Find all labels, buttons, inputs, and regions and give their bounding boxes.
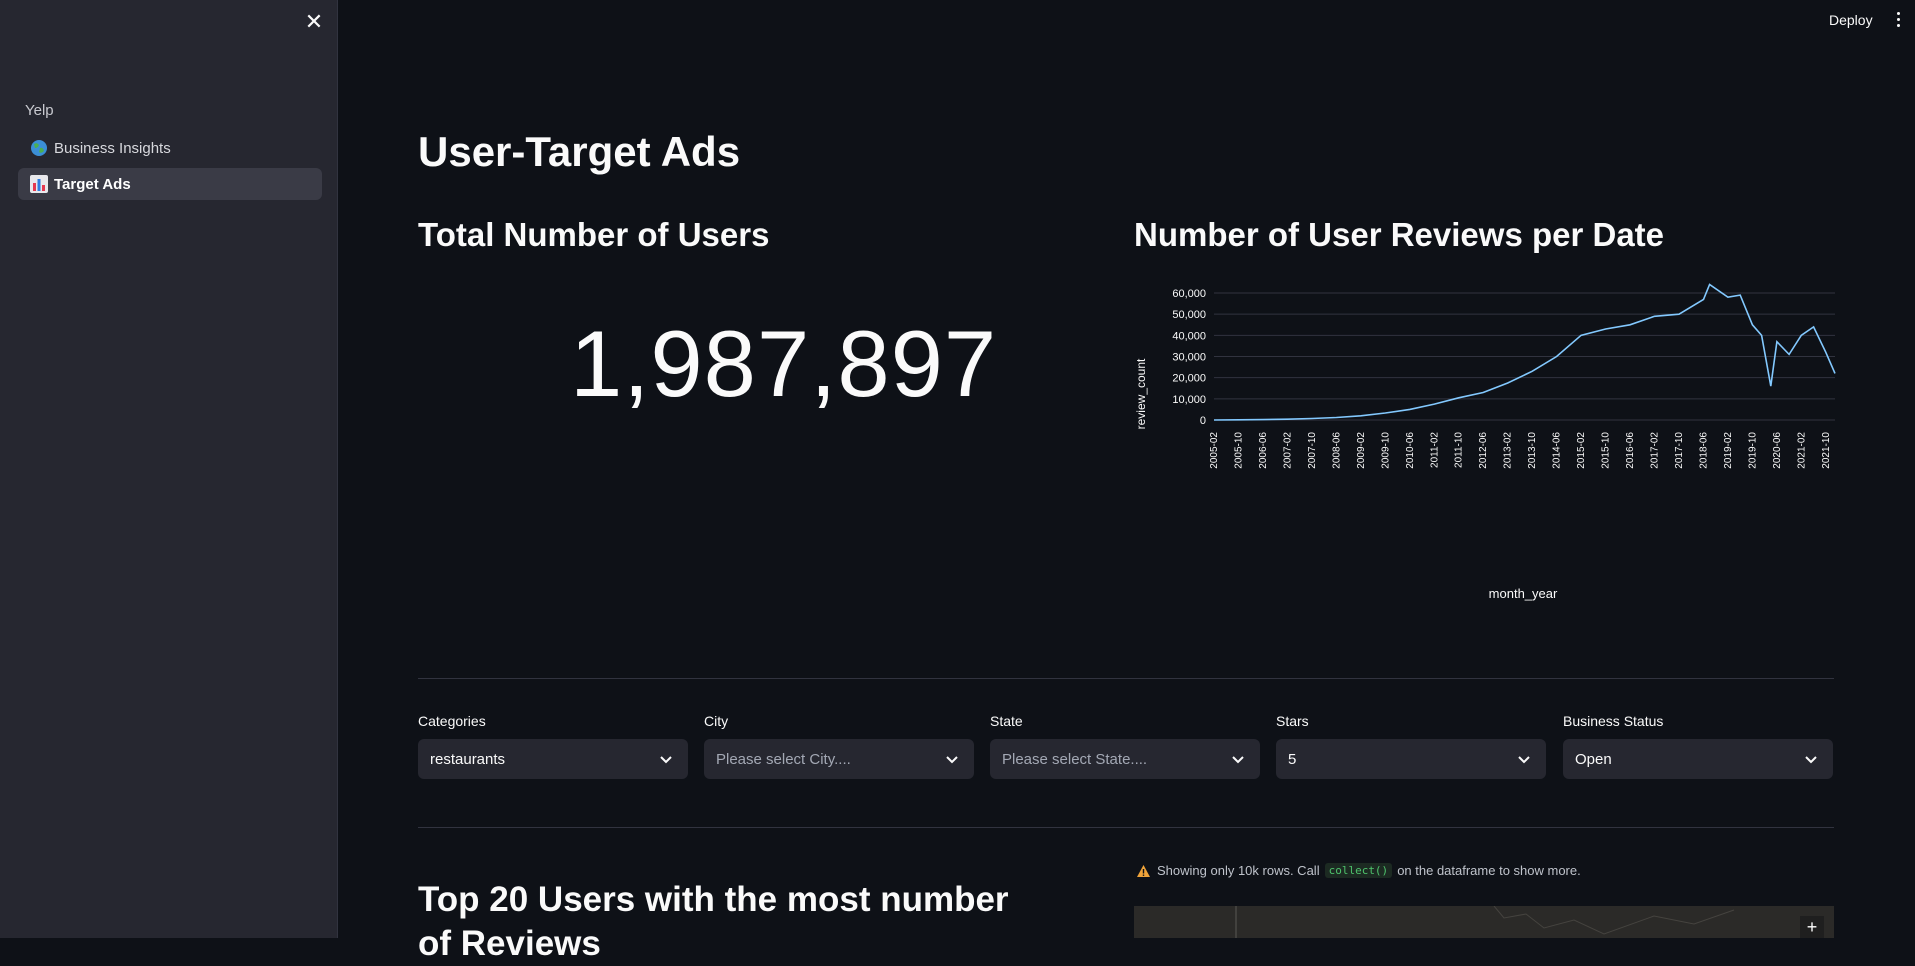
x-tick-label: 2015-02 [1576,432,1587,469]
chevron-down-icon [1232,756,1244,764]
reviews-line-chart: 0 10,000 20,000 30,000 40,000 50,000 60,000 20… [1134,283,1836,601]
sidebar-item-target-ads[interactable]: Target Ads [18,168,322,200]
x-tick-label: 2009-02 [1356,432,1367,469]
x-tick-label: 2011-10 [1454,432,1465,468]
sidebar-item-label: Target Ads [54,175,131,193]
series-line [1213,283,1836,421]
warning-code: collect() [1324,863,1393,878]
sidebar-section-title: Yelp [25,102,54,119]
sidebar: ✕ Yelp Business Insights Target Ads [0,0,338,938]
categories-label: Categories [418,713,486,729]
x-tick-label: 2015-10 [1601,432,1612,469]
state-label: State [990,713,1023,729]
divider [418,827,1834,828]
y-tick-label: 0 [1200,415,1206,427]
zoom-in-button[interactable]: + [1800,916,1824,938]
chevron-down-icon [946,756,958,764]
top-users-title: Top 20 Users with the most number of Rev… [418,880,1009,963]
map-background [1134,906,1834,938]
x-tick-label: 2017-10 [1674,432,1685,469]
chevron-down-icon [1518,756,1530,764]
sidebar-item-label: Business Insights [54,139,171,157]
y-tick-label: 10,000 [1172,394,1206,406]
x-tick-label: 2006-06 [1258,432,1269,469]
y-tick-label: 30,000 [1172,352,1206,364]
x-tick-label: 2021-10 [1821,432,1832,469]
stars-value: 5 [1288,750,1297,768]
chevron-down-icon [660,756,672,764]
business-status-value: Open [1575,750,1612,768]
x-tick-label: 2009-10 [1380,432,1391,469]
x-tick-label: 2013-02 [1503,432,1514,469]
chart-title: Number of User Reviews per Date [1134,216,1665,253]
bar-chart-icon [30,175,48,193]
x-tick-label: 2008-06 [1331,432,1342,469]
x-tick-label: 2016-06 [1625,432,1636,469]
x-tick-label: 2019-02 [1723,432,1734,469]
y-tick-label: 50,000 [1172,309,1206,321]
y-tick-label: 20,000 [1172,373,1206,385]
more-options-icon[interactable] [1893,9,1903,31]
warning-text-before: Showing only 10k rows. Call [1157,863,1320,878]
divider [418,678,1834,679]
y-tick-label: 60,000 [1172,288,1206,300]
metric-title: Total Number of Users [418,216,770,253]
deploy-button[interactable]: Deploy [1829,12,1873,28]
metric-value: 1,987,897 [570,311,998,416]
city-select[interactable]: Please select City.... [704,739,974,779]
sidebar-item-business-insights[interactable]: Business Insights [18,132,322,164]
categories-value: restaurants [430,750,506,768]
stars-select[interactable]: 5 [1276,739,1546,779]
categories-select[interactable]: restaurants [418,739,688,779]
x-tick-label: 2007-10 [1307,432,1318,469]
x-tick-label: 2011-02 [1429,432,1440,468]
business-status-select[interactable]: Open [1563,739,1833,779]
warning-text-after: on the dataframe to show more. [1397,863,1581,878]
x-tick-label: 2017-02 [1650,432,1661,469]
x-axis-label: month_year [1489,586,1558,601]
y-tick-label: 40,000 [1172,330,1206,342]
stars-label: Stars [1276,713,1309,729]
row-limit-warning: Showing only 10k rows. Call collect() on… [1136,863,1581,878]
x-tick-label: 2013-10 [1527,432,1538,469]
x-tick-label: 2014-06 [1552,432,1563,469]
state-select[interactable]: Please select State.... [990,739,1260,779]
x-tick-label: 2021-02 [1796,432,1807,469]
x-tick-label: 2020-06 [1772,432,1783,469]
globe-icon [31,140,47,156]
x-tick-label: 2018-06 [1698,432,1709,469]
users-map[interactable]: + [1134,906,1834,938]
page-title: User-Target Ads [418,128,741,175]
chevron-down-icon [1805,756,1817,764]
x-tick-label: 2005-02 [1209,432,1220,469]
close-sidebar-icon[interactable]: ✕ [302,10,326,34]
x-tick-label: 2010-06 [1405,432,1416,469]
state-value: Please select State.... [1002,750,1148,768]
x-tick-label: 2019-10 [1747,432,1758,469]
x-tick-label: 2007-02 [1282,432,1293,469]
x-tick-label: 2005-10 [1233,432,1244,469]
city-value: Please select City.... [716,750,851,768]
city-label: City [704,713,729,729]
x-tick-label: 2012-06 [1478,432,1489,469]
business-status-label: Business Status [1563,713,1664,729]
y-axis-label: review_count [1134,358,1148,429]
warning-icon [1137,864,1150,877]
